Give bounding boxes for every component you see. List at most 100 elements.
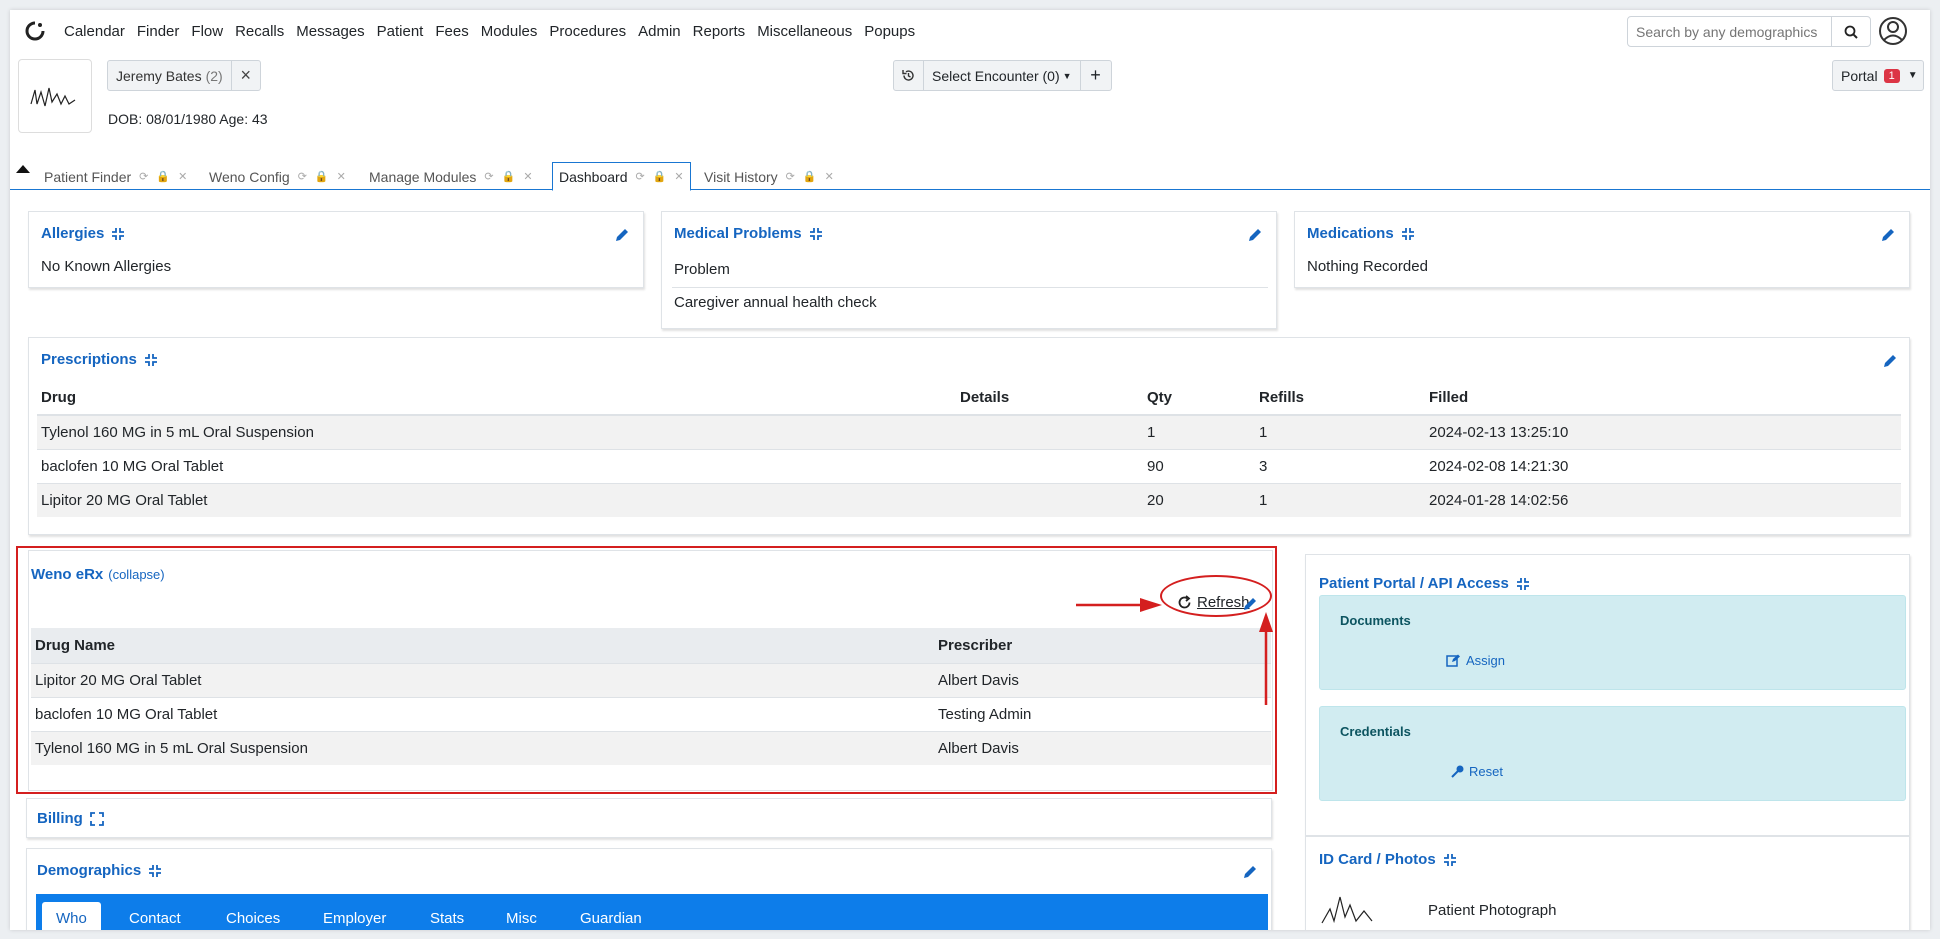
app-logo-icon[interactable] <box>24 20 46 42</box>
select-encounter-dropdown[interactable]: Select Encounter (0) ▼ <box>924 61 1081 90</box>
collapse-icon[interactable] <box>111 227 125 241</box>
menu-fees[interactable]: Fees <box>435 23 468 40</box>
add-encounter-button[interactable]: + <box>1081 61 1111 90</box>
edit-pencil-icon[interactable] <box>613 226 631 244</box>
table-row[interactable]: baclofen 10 MG Oral Tablet 90 3 2024-02-… <box>37 448 1901 483</box>
lock-icon[interactable]: 🔒 <box>502 170 516 183</box>
demographics-tab-who[interactable]: Who <box>42 902 101 930</box>
demographics-tab-stats[interactable]: Stats <box>430 902 464 930</box>
medications-title[interactable]: Medications <box>1307 225 1415 242</box>
medications-card: Medications Nothing Recorded <box>1294 211 1910 288</box>
assign-edit-icon <box>1446 654 1460 667</box>
demographics-tabs: Who Contact Choices Employer Stats Misc … <box>36 894 1268 930</box>
patient-photograph-label: Patient Photograph <box>1428 902 1557 919</box>
reset-link[interactable]: Reset <box>1451 764 1503 779</box>
close-icon[interactable]: ✕ <box>674 170 683 183</box>
assign-link[interactable]: Assign <box>1446 653 1505 668</box>
lock-icon[interactable]: 🔒 <box>315 170 329 183</box>
history-icon[interactable] <box>894 61 924 90</box>
medical-problems-title[interactable]: Medical Problems <box>674 225 823 242</box>
billing-title[interactable]: Billing <box>37 810 104 827</box>
collapse-icon[interactable] <box>1443 853 1457 867</box>
menu-modules[interactable]: Modules <box>481 23 538 40</box>
top-navbar: Calendar Finder Flow Recalls Messages Pa… <box>10 10 1930 52</box>
tab-bar: Patient Finder ⟳ 🔒 ✕ Weno Config ⟳ 🔒 ✕ M… <box>10 159 1930 191</box>
menu-calendar[interactable]: Calendar <box>64 23 125 40</box>
patient-photo-thumbnail[interactable] <box>1318 887 1398 927</box>
refresh-icon[interactable]: ⟳ <box>636 170 645 183</box>
tab-weno-config[interactable]: Weno Config ⟳ 🔒 ✕ <box>209 163 346 190</box>
edit-pencil-icon[interactable] <box>1246 226 1264 244</box>
collapse-header-icon[interactable] <box>16 165 30 173</box>
demographics-tab-choices[interactable]: Choices <box>226 902 280 930</box>
allergies-card: Allergies No Known Allergies <box>28 211 644 288</box>
menu-recalls[interactable]: Recalls <box>235 23 284 40</box>
menu-finder[interactable]: Finder <box>137 23 180 40</box>
portal-label: Portal <box>1841 67 1878 84</box>
close-icon[interactable]: ✕ <box>523 170 532 183</box>
refills-cell: 1 <box>1255 482 1425 517</box>
demographics-tab-misc[interactable]: Misc <box>506 902 537 930</box>
refresh-icon[interactable]: ⟳ <box>786 170 795 183</box>
menu-messages[interactable]: Messages <box>296 23 364 40</box>
close-icon[interactable]: ✕ <box>825 170 834 183</box>
menu-admin[interactable]: Admin <box>638 23 681 40</box>
close-icon[interactable]: ✕ <box>337 170 346 183</box>
chevron-down-icon: ▼ <box>1062 70 1072 81</box>
medical-problems-title-text: Medical Problems <box>674 225 802 242</box>
menu-procedures[interactable]: Procedures <box>549 23 626 40</box>
lock-icon[interactable]: 🔒 <box>653 170 667 183</box>
tab-dashboard[interactable]: Dashboard ⟳ 🔒 ✕ <box>552 162 691 191</box>
expand-icon[interactable] <box>89 811 104 826</box>
collapse-icon[interactable] <box>1516 577 1530 591</box>
user-account-icon[interactable] <box>1876 14 1910 48</box>
prescriptions-card: Prescriptions Drug Details Qty Refills F… <box>28 337 1910 535</box>
search-button[interactable] <box>1831 16 1871 47</box>
menu-patient[interactable]: Patient <box>377 23 424 40</box>
annotation-arrows <box>1076 598 1273 705</box>
demographics-tab-employer[interactable]: Employer <box>323 902 386 930</box>
close-icon[interactable]: ✕ <box>178 170 187 183</box>
tab-visit-history[interactable]: Visit History ⟳ 🔒 ✕ <box>704 163 834 190</box>
tab-manage-modules[interactable]: Manage Modules ⟳ 🔒 ✕ <box>369 163 533 190</box>
allergies-title[interactable]: Allergies <box>41 225 125 242</box>
tab-label: Weno Config <box>209 168 290 185</box>
main-menu: Calendar Finder Flow Recalls Messages Pa… <box>64 23 927 40</box>
edit-pencil-icon[interactable] <box>1879 226 1897 244</box>
refresh-icon[interactable]: ⟳ <box>139 170 148 183</box>
collapse-icon[interactable] <box>1401 227 1415 241</box>
edit-pencil-icon[interactable] <box>1241 863 1259 881</box>
tab-patient-finder[interactable]: Patient Finder ⟳ 🔒 ✕ <box>44 163 187 190</box>
refresh-icon[interactable]: ⟳ <box>484 170 493 183</box>
refresh-icon[interactable]: ⟳ <box>298 170 307 183</box>
lock-icon[interactable]: 🔒 <box>803 170 817 183</box>
lock-icon[interactable]: 🔒 <box>156 170 170 183</box>
table-row[interactable]: Tylenol 160 MG in 5 mL Oral Suspension 1… <box>37 414 1901 449</box>
edit-pencil-icon[interactable] <box>1881 352 1899 370</box>
patient-portal-title[interactable]: Patient Portal / API Access <box>1319 575 1530 592</box>
menu-flow[interactable]: Flow <box>191 23 223 40</box>
id-card-title[interactable]: ID Card / Photos <box>1319 851 1457 868</box>
collapse-icon[interactable] <box>148 864 162 878</box>
divider <box>672 287 1268 288</box>
demographics-title[interactable]: Demographics <box>37 862 162 879</box>
drug-cell: baclofen 10 MG Oral Tablet <box>37 448 956 483</box>
portal-dropdown[interactable]: Portal 1 ▼ <box>1832 60 1924 91</box>
drug-cell: Lipitor 20 MG Oral Tablet <box>37 482 956 517</box>
filled-cell: 2024-02-08 14:21:30 <box>1425 448 1901 483</box>
menu-popups[interactable]: Popups <box>864 23 915 40</box>
close-patient-icon[interactable]: × <box>232 65 260 86</box>
patient-name-button[interactable]: Jeremy Bates (2) <box>108 61 232 90</box>
problem-item[interactable]: Caregiver annual health check <box>674 294 877 311</box>
collapse-icon[interactable] <box>144 353 158 367</box>
table-row[interactable]: Lipitor 20 MG Oral Tablet 20 1 2024-01-2… <box>37 482 1901 517</box>
demographics-tab-contact[interactable]: Contact <box>129 902 181 930</box>
demographics-search-input[interactable] <box>1627 16 1832 47</box>
menu-reports[interactable]: Reports <box>693 23 746 40</box>
prescriptions-title[interactable]: Prescriptions <box>41 351 158 368</box>
patient-signature-thumbnail[interactable] <box>18 59 92 133</box>
collapse-icon[interactable] <box>809 227 823 241</box>
demographics-tab-guardian[interactable]: Guardian <box>580 902 642 930</box>
column-header: Qty <box>1143 381 1255 416</box>
menu-miscellaneous[interactable]: Miscellaneous <box>757 23 852 40</box>
